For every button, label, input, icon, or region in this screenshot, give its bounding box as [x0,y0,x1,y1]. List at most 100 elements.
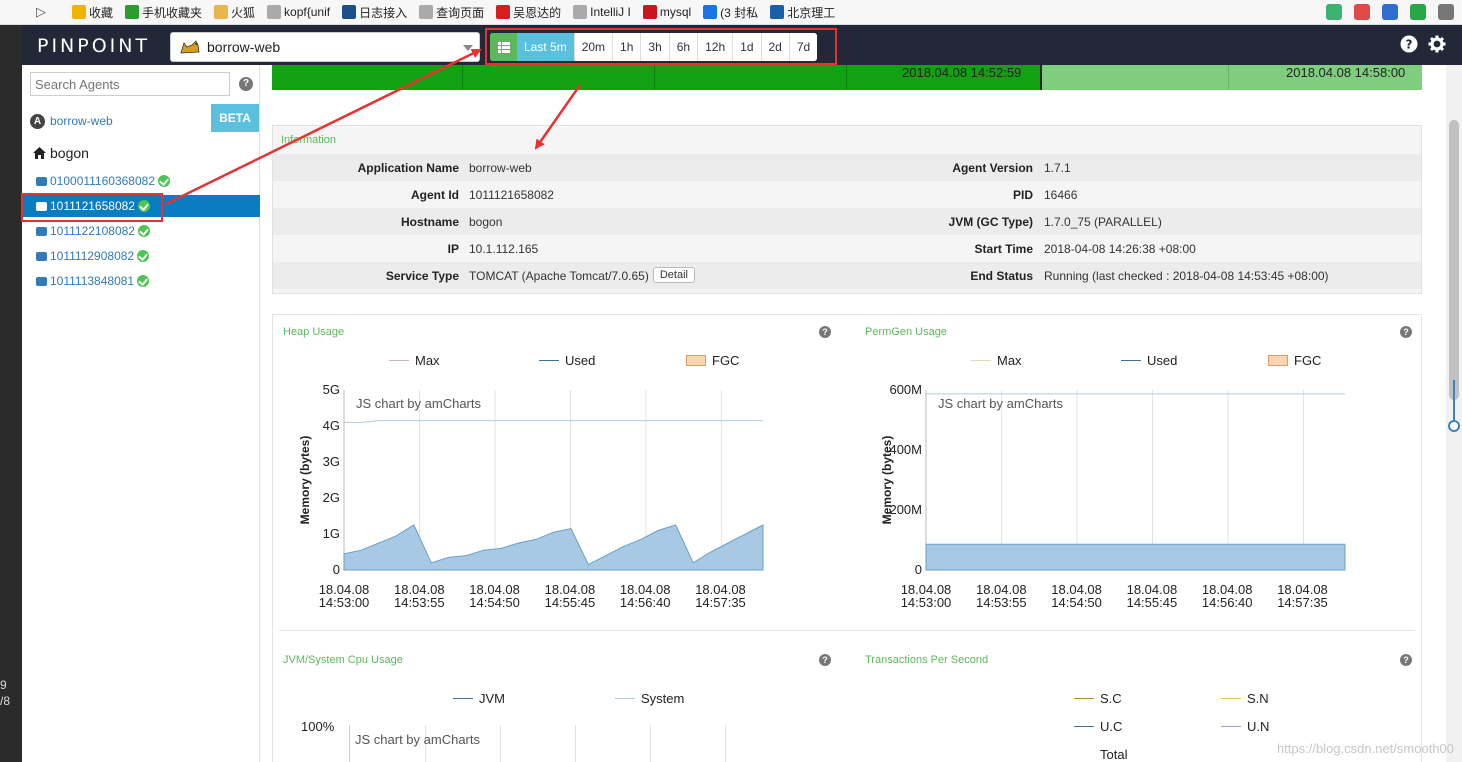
bookmark-label: (3 封私 [720,5,759,20]
bookmark-item[interactable]: (3 封私 [703,4,758,21]
help-icon[interactable]: ? [1400,654,1412,666]
charts-panel: Heap Usage ? PermGen Usage ? Max Used FG… [272,314,1422,762]
bookmark-item[interactable]: mysql [642,5,691,19]
agent-item[interactable]: 1011122108082 [22,220,260,242]
check-circle-icon [137,275,150,287]
help-icon[interactable]: ? [1400,35,1418,53]
help-icon[interactable]: ? [239,77,253,91]
info-value: bogon [469,215,503,229]
legend-sn[interactable]: S.N [1221,691,1269,706]
legend-used[interactable]: Used [1121,353,1177,368]
range-button[interactable]: 1h [612,33,641,61]
legend-system[interactable]: System [615,691,684,706]
x-tick-label: 18.04.08 14:53:00 [319,582,370,610]
amcharts-credit: JS chart by amCharts [356,396,481,411]
help-icon[interactable]: ? [819,654,831,666]
y-tick-label: 3G [323,454,340,469]
range-button[interactable]: Last 5m [517,33,574,61]
range-button[interactable]: 3h [640,33,669,61]
bookmark-icon [267,5,282,19]
range-button[interactable]: 20m [573,33,613,61]
help-icon[interactable]: ? [819,326,831,338]
y-tick-label: 1G [323,526,340,541]
info-label: Agent Version [952,161,1033,175]
timeline-timestamp-1: 2018.04.08 14:52:59 [902,65,1022,80]
chevron-down-icon [463,45,473,51]
legend-jvm[interactable]: JVM [453,691,505,706]
translate-icon[interactable] [1326,4,1342,20]
legend-max[interactable]: Max [389,353,440,368]
bookmark-icon [72,5,86,19]
bookmark-item[interactable]: kopf{unif [267,5,330,19]
x-tick-label: 18.04.08 14:53:55 [394,582,445,610]
range-button[interactable]: 7d [788,33,818,61]
legend-un[interactable]: U.N [1221,719,1269,734]
information-title: Information [281,134,337,146]
cut-icon[interactable] [1354,4,1370,20]
list-view-icon[interactable] [490,33,517,61]
agent-id: 1011112908082 [50,249,135,263]
page-scrollbar[interactable] [1446,65,1462,762]
used-series-area [343,524,764,571]
range-button[interactable]: 6h [668,33,698,61]
info-row: Agent Id 1011121658082 PID 16466 [273,181,1421,208]
browser-toolbar-icons [1326,4,1454,20]
information-panel: Information Application Name borrow-web Ag… [272,125,1422,294]
x-tick-label: 18.04.08 14:53:55 [976,582,1027,610]
info-label: PID [1012,188,1033,202]
range-button[interactable]: 12h [697,33,733,61]
game-icon[interactable] [1410,4,1426,20]
search-agents-input[interactable] [30,72,230,96]
agent-id: 0100011160368082 [50,174,155,188]
legend-sc[interactable]: S.C [1074,691,1122,706]
timeline-bar[interactable]: 2018.04.08 14:52:59 2018.04.08 14:58:00 [272,65,1422,90]
info-value: 10.1.112.165 [469,242,539,256]
help-icon[interactable]: ? [1400,326,1412,338]
legend-uc[interactable]: U.C [1074,719,1122,734]
search-icon[interactable] [1382,4,1398,20]
range-button[interactable]: 2d [760,33,789,61]
legend-fgc[interactable]: FGC [686,353,739,368]
sidebar-toggle-icon[interactable]: ▷ [36,4,46,20]
legend-total[interactable]: Total [1100,747,1127,762]
range-button[interactable]: 1d [732,33,761,61]
chart-divider [279,630,1415,631]
bookmark-item[interactable]: 日志接入 [342,4,407,21]
time-range-selector: Last 5m 20m 1h 3h 6h 12h 1d 2d 7d [490,33,818,61]
x-tick-label: 18.04.08 14:54:50 [1051,582,1102,610]
tps-title: Transactions Per Second [865,654,989,666]
server-icon [36,251,47,261]
grid-icon[interactable] [1438,4,1454,20]
bookmark-item[interactable]: 手机收藏夹 [125,4,202,21]
legend-max[interactable]: Max [971,353,1022,368]
check-circle-icon [158,175,170,187]
zoom-slider-handle[interactable] [1448,420,1460,432]
bookmark-icon [125,5,140,19]
bookmark-item[interactable]: 收藏 [72,4,113,21]
x-tick-label: 18.04.08 14:57:35 [695,582,746,610]
agent-item[interactable]: 1011113848081 [22,270,260,292]
application-link[interactable]: borrow-web [50,114,113,128]
bookmark-item[interactable]: 火狐 [214,4,255,21]
agent-item[interactable]: 1011112908082 [22,245,260,267]
bookmark-icon [770,5,785,19]
x-tick-label: 18.04.08 14:57:35 [1277,582,1328,610]
beta-badge[interactable]: BETA [211,104,259,132]
watermark: https://blog.csdn.net/smooth00 [1276,741,1454,756]
legend-fgc[interactable]: FGC [1268,353,1321,368]
amcharts-credit[interactable]: JS chart by amCharts [355,732,480,747]
gear-icon[interactable] [1428,35,1446,53]
bookmark-item[interactable]: 北京理工 [770,4,835,21]
info-label: JVM (GC Type) [948,215,1033,229]
legend-used[interactable]: Used [539,353,595,368]
bookmark-label: 手机收藏夹 [142,5,203,20]
pinpoint-logo[interactable]: PINPOINT [37,35,150,57]
application-select[interactable]: borrow-web [170,32,480,62]
scrollbar-thumb[interactable] [1449,120,1459,400]
bookmark-item[interactable]: IntelliJ I [573,5,631,19]
detail-button[interactable]: Detail [652,267,695,283]
bookmark-item[interactable]: 查询页面 [419,4,484,21]
info-row: Application Name borrow-web Agent Version 1… [273,154,1421,181]
bookmark-item[interactable]: 吴恩达的 [496,4,561,21]
agent-item[interactable]: 0100011160368082 [22,170,260,192]
